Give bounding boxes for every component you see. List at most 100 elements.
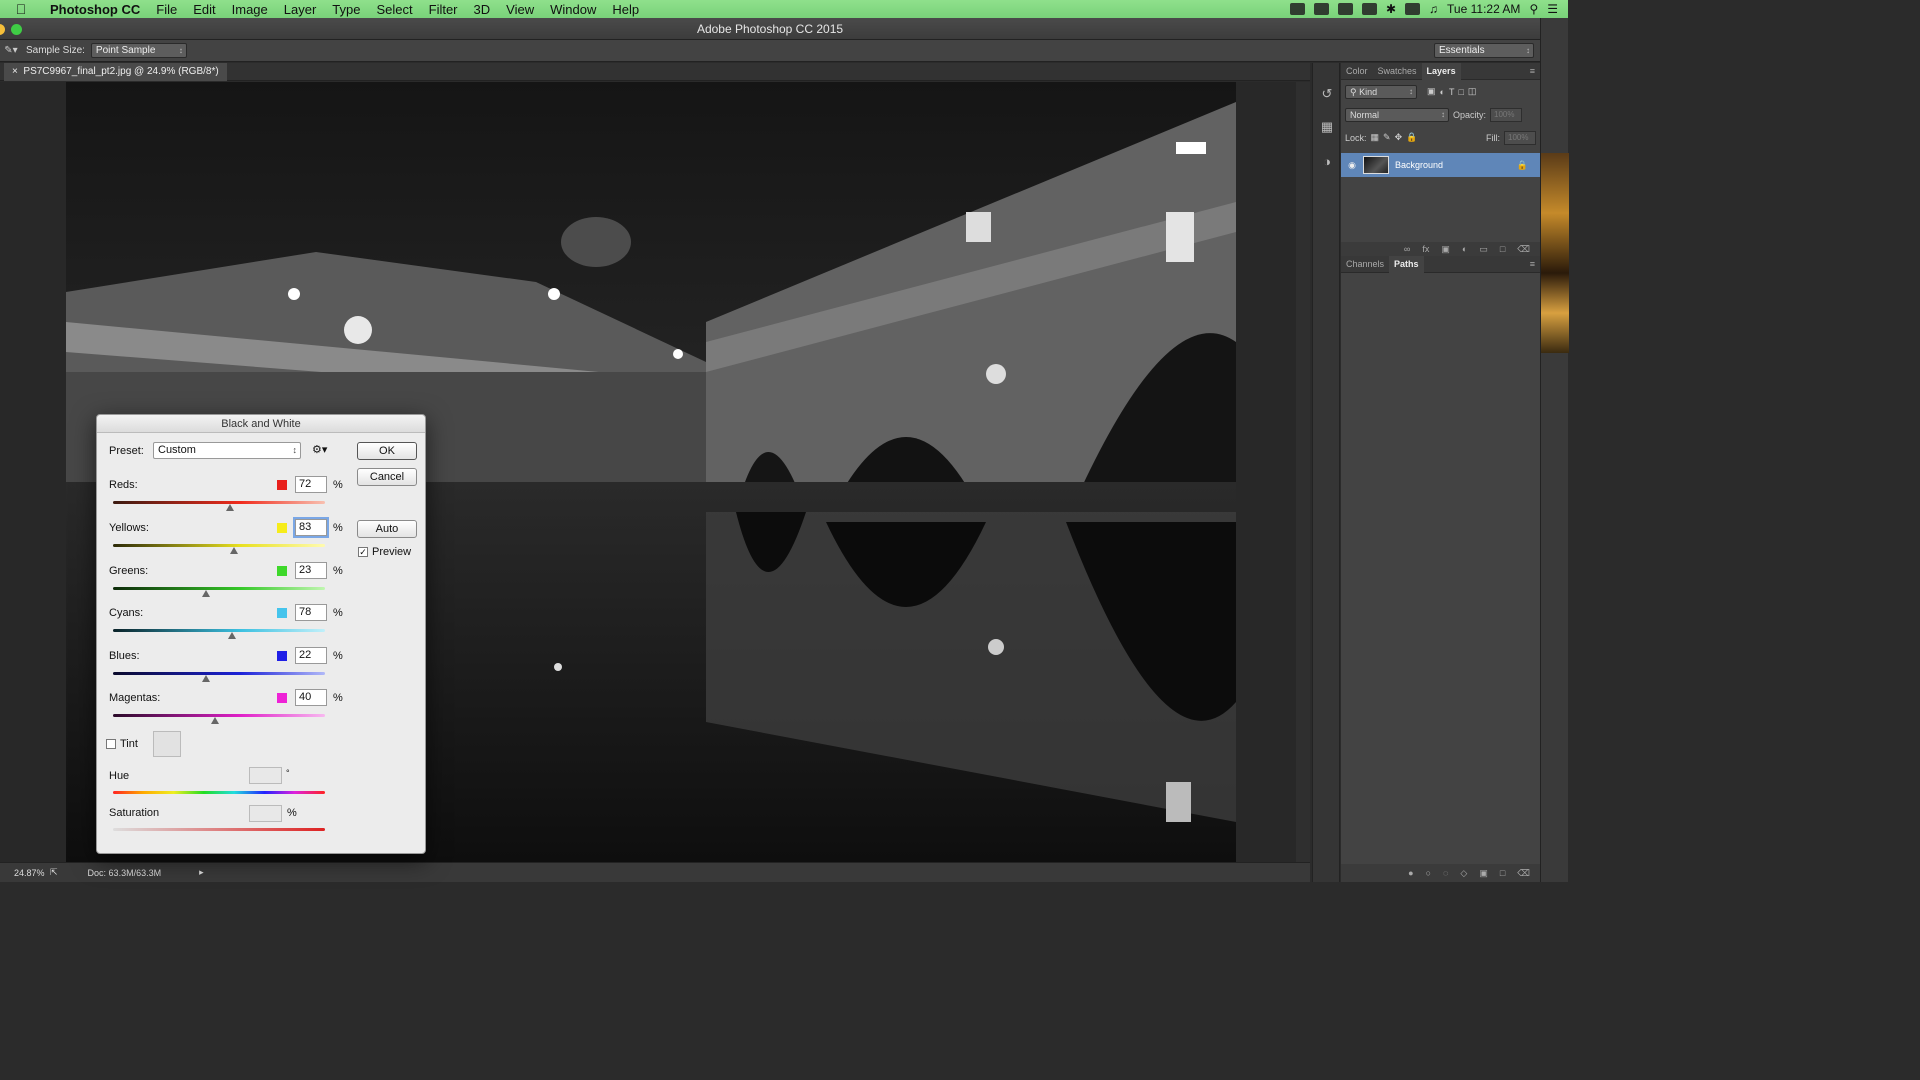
- magentas-value-field[interactable]: 40: [295, 689, 327, 706]
- saturation-field[interactable]: [249, 805, 282, 822]
- cyans-slider-track[interactable]: [113, 629, 325, 632]
- blend-mode-select[interactable]: Normal: [1345, 107, 1449, 122]
- layer-lock-icon[interactable]: 🔒: [1517, 160, 1528, 171]
- new-group-icon[interactable]: ▭: [1479, 244, 1488, 255]
- menu-help[interactable]: Help: [604, 2, 647, 17]
- greens-slider-knob[interactable]: [202, 590, 211, 597]
- hue-slider-track[interactable]: [113, 791, 325, 794]
- preview-checkbox[interactable]: ✓: [358, 547, 368, 557]
- tint-checkbox[interactable]: [106, 739, 116, 749]
- zoom-button[interactable]: [11, 24, 22, 35]
- tint-color-swatch[interactable]: [153, 731, 181, 757]
- menu-window[interactable]: Window: [542, 2, 604, 17]
- zoom-level[interactable]: 24.87%: [0, 868, 50, 878]
- cyans-value-field[interactable]: 78: [295, 604, 327, 621]
- layer-row-background[interactable]: ◉ Background 🔒: [1341, 153, 1540, 177]
- paths-panel-menu-icon[interactable]: ≡: [1530, 259, 1540, 269]
- filter-smart-object-icon[interactable]: ◫: [1468, 86, 1477, 97]
- lock-all-icon[interactable]: 🔒: [1406, 132, 1417, 143]
- new-adjustment-icon[interactable]: ◐: [1462, 244, 1467, 254]
- apple-icon[interactable]: : [0, 1, 42, 17]
- add-mask-path-icon[interactable]: ▣: [1479, 868, 1488, 879]
- canvas-vertical-scrollbar[interactable]: [1296, 82, 1310, 862]
- yellows-value-field[interactable]: 83: [293, 517, 329, 538]
- user-icon[interactable]: [1361, 3, 1377, 15]
- blues-slider-knob[interactable]: [202, 675, 211, 682]
- adjustments-icon[interactable]: ◑: [1318, 153, 1336, 171]
- minimize-button[interactable]: [0, 24, 5, 35]
- bluetooth-icon[interactable]: ✱: [1386, 2, 1396, 16]
- cancel-button[interactable]: Cancel: [357, 468, 417, 486]
- menu-select[interactable]: Select: [368, 2, 420, 17]
- preset-select[interactable]: Custom: [153, 442, 301, 459]
- fill-path-icon[interactable]: ●: [1408, 868, 1413, 878]
- menu-edit[interactable]: Edit: [185, 2, 223, 17]
- wifi-icon[interactable]: [1405, 3, 1421, 15]
- properties-icon[interactable]: ▦: [1318, 118, 1336, 136]
- history-icon[interactable]: ↺: [1318, 85, 1336, 103]
- blues-slider-track[interactable]: [113, 672, 325, 675]
- status-menu-arrow-icon[interactable]: ▸: [199, 867, 204, 878]
- tab-layers[interactable]: Layers: [1421, 62, 1461, 80]
- tab-channels[interactable]: Channels: [1341, 256, 1389, 273]
- spotlight-search-icon[interactable]: ⚲: [1529, 2, 1538, 16]
- reds-slider-track[interactable]: [113, 501, 325, 504]
- clock[interactable]: Tue 11:22 AM: [1447, 2, 1520, 16]
- blues-value-field[interactable]: 22: [295, 647, 327, 664]
- workspace-select[interactable]: Essentials: [1434, 43, 1534, 58]
- greens-slider-track[interactable]: [113, 587, 325, 590]
- filter-shape-icon[interactable]: □: [1458, 87, 1463, 97]
- add-mask-icon[interactable]: ▣: [1441, 244, 1450, 255]
- battery-icon[interactable]: [1337, 3, 1353, 15]
- volume-icon[interactable]: ♫: [1429, 2, 1438, 16]
- lock-transparent-icon[interactable]: ▦: [1371, 132, 1380, 143]
- opacity-field[interactable]: 100%: [1490, 107, 1523, 122]
- yellows-slider-track[interactable]: [113, 544, 325, 547]
- magentas-slider-knob[interactable]: [210, 717, 219, 724]
- menu-filter[interactable]: Filter: [421, 2, 466, 17]
- creative-cloud-icon[interactable]: [1289, 3, 1305, 15]
- lock-pixels-icon[interactable]: ✎: [1383, 132, 1391, 143]
- link-layers-icon[interactable]: ∞: [1404, 244, 1410, 254]
- ok-button[interactable]: OK: [357, 442, 417, 460]
- saturation-slider-track[interactable]: [113, 828, 325, 831]
- filter-pixel-icon[interactable]: ▣: [1427, 86, 1436, 97]
- notes-icon[interactable]: [1313, 3, 1329, 15]
- lock-position-icon[interactable]: ✥: [1395, 132, 1403, 143]
- document-tab[interactable]: × PS7C9967_final_pt2.jpg @ 24.9% (RGB/8*…: [4, 63, 227, 81]
- tab-swatches[interactable]: Swatches: [1373, 63, 1422, 80]
- menu-image[interactable]: Image: [224, 2, 276, 17]
- magentas-slider-track[interactable]: [113, 714, 325, 717]
- menu-type[interactable]: Type: [324, 2, 368, 17]
- fill-field[interactable]: 100%: [1504, 130, 1536, 145]
- preset-options-gear-icon[interactable]: ⚙▾: [312, 443, 327, 456]
- menu-app[interactable]: Photoshop CC: [42, 2, 148, 17]
- delete-path-icon[interactable]: ⌫: [1517, 868, 1530, 879]
- notification-center-icon[interactable]: ☰: [1547, 2, 1558, 16]
- menu-3d[interactable]: 3D: [466, 2, 499, 17]
- auto-button[interactable]: Auto: [357, 520, 417, 538]
- close-tab-icon[interactable]: ×: [12, 66, 18, 77]
- new-path-icon[interactable]: □: [1500, 868, 1505, 878]
- hue-field[interactable]: [249, 767, 282, 784]
- load-selection-icon[interactable]: ◌: [1443, 868, 1448, 878]
- menu-file[interactable]: File: [148, 2, 185, 17]
- greens-value-field[interactable]: 23: [295, 562, 327, 579]
- cyans-slider-knob[interactable]: [227, 632, 236, 639]
- export-icon[interactable]: ⇱: [50, 867, 58, 878]
- fx-icon[interactable]: fx: [1422, 244, 1429, 254]
- layer-filter-kind-select[interactable]: ⚲ Kind: [1345, 84, 1417, 99]
- visibility-eye-icon[interactable]: ◉: [1341, 160, 1363, 171]
- make-work-path-icon[interactable]: ◇: [1460, 868, 1467, 879]
- tab-color[interactable]: Color: [1341, 63, 1373, 80]
- panel-menu-icon[interactable]: ≡: [1530, 66, 1540, 76]
- reds-slider-knob[interactable]: [225, 504, 234, 511]
- yellows-slider-knob[interactable]: [229, 547, 238, 554]
- sample-size-select[interactable]: Point Sample: [90, 43, 187, 58]
- eyedropper-tool-icon[interactable]: ✎▾: [0, 45, 22, 56]
- reds-value-field[interactable]: 72: [295, 476, 327, 493]
- tab-paths[interactable]: Paths: [1389, 255, 1424, 273]
- filter-adjustment-icon[interactable]: ◐: [1440, 87, 1445, 97]
- stroke-path-icon[interactable]: ○: [1426, 868, 1431, 878]
- new-layer-icon[interactable]: □: [1500, 244, 1505, 254]
